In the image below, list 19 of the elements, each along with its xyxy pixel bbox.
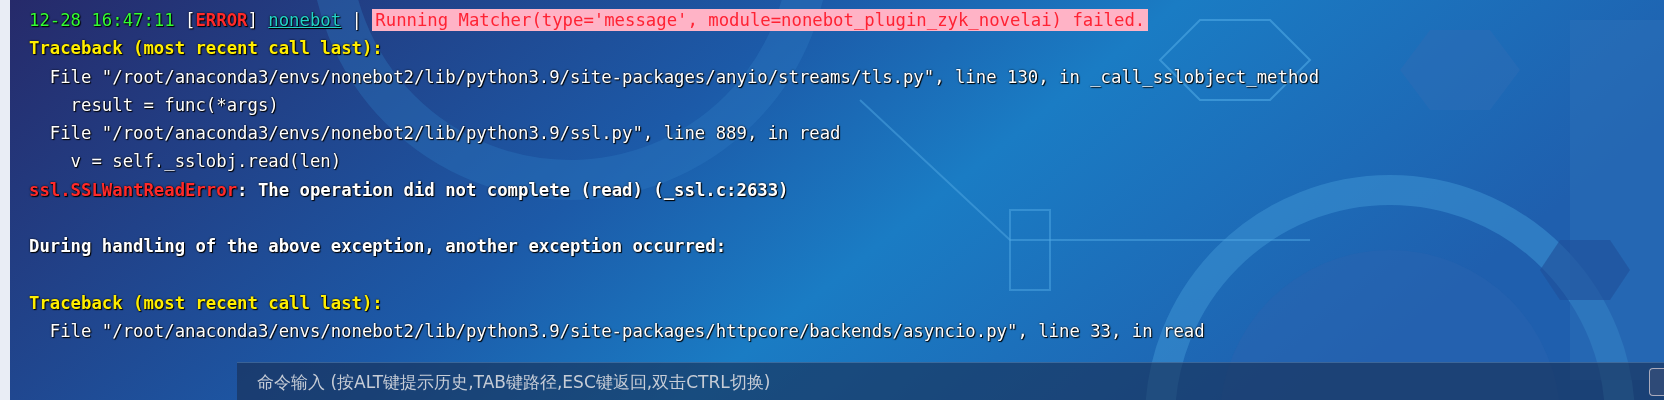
code-line: result = func(*args): [70, 94, 279, 115]
stack-frame-line: File "/root/anaconda3/envs/nonebot2/lib/python3.9/site-packages/anyio/streams/tls.py", line 130, in _call_sslobject_method: [49, 66, 1320, 87]
exception-name: ssl.SSLWantReadError: [29, 179, 238, 200]
error-message: Running Matcher(type='message', module=nonebot_plugin_zyk_novelai) failed.: [372, 9, 1149, 31]
stack-frame-line: File "/root/anaconda3/envs/nonebot2/lib/python3.9/ssl.py", line 889, in read: [49, 123, 841, 144]
stack-frame-line: File "/root/anaconda3/envs/nonebot2/lib/python3.9/site-packages/httpcore/backends/asyncio.py", line 33, in read: [49, 321, 1205, 342]
code-line: v = self._sslobj.read(len): [70, 151, 342, 172]
log-text: : The operation did not complete (read) (_ssl.c:2633): [237, 179, 789, 200]
bracket-mark: ]: [247, 10, 258, 30]
command-input[interactable]: 命令输入 (按ALT键提示历史,TAB键路径,ESC键返回,双击CTRL切换): [237, 362, 1664, 400]
bracket-mark: |: [351, 10, 362, 30]
logger-link[interactable]: nonebot: [268, 10, 342, 30]
log-text: During handling of the above exception, another exception occurred:: [29, 236, 727, 257]
traceback-header: Traceback (most recent call last):: [29, 292, 383, 313]
side-button[interactable]: [1649, 368, 1664, 396]
bracket-mark: [: [185, 10, 196, 30]
log-level: ERROR: [195, 10, 248, 30]
timestamp: 12-28 16:47:11: [29, 10, 175, 30]
traceback-header: Traceback (most recent call last):: [29, 38, 383, 59]
